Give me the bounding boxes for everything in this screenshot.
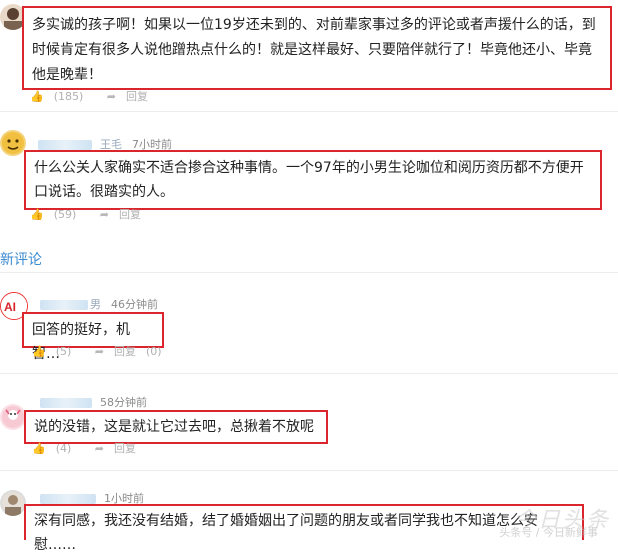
highlighted-comment-text: 多实诚的孩子啊！如果以一位19岁还未到的、对前辈家事过多的评论或者声援什么的话，… xyxy=(22,6,612,90)
timestamp: 58分钟前 xyxy=(100,396,147,409)
thumbs-up-icon: 👍 xyxy=(32,345,46,358)
like-button[interactable]: 👍 (185) xyxy=(30,90,93,103)
avatar[interactable] xyxy=(0,130,26,156)
section-title-new-comments: 新评论 xyxy=(0,252,42,268)
highlighted-comment-text: 什么公关人家确实不适合掺合这种事情。一个97年的小男生论咖位和阅历资历都不方便开… xyxy=(24,150,602,210)
comment-text: 多实诚的孩子啊！如果以一位19岁还未到的、对前辈家事过多的评论或者声援什么的话，… xyxy=(32,17,596,83)
timestamp: 46分钟前 xyxy=(111,298,158,311)
comment-meta: 男 46分钟前 xyxy=(40,296,158,312)
like-button[interactable]: 👍 (59) xyxy=(30,208,86,221)
share-arrow-icon: ➦ xyxy=(106,90,117,103)
user-avatar-icon xyxy=(2,492,24,516)
username-blurred[interactable] xyxy=(40,494,96,504)
divider xyxy=(0,272,618,273)
username-blurred[interactable] xyxy=(38,140,92,150)
user-avatar-icon xyxy=(2,132,24,154)
thumbs-up-icon: 👍 xyxy=(30,90,44,103)
reply-button[interactable]: ➦ 回复 (0) xyxy=(95,345,172,358)
comment-meta: 58分钟前 xyxy=(40,394,147,410)
username-blurred[interactable] xyxy=(40,300,88,310)
divider xyxy=(0,111,618,112)
highlighted-comment-text: 说的没错，这是就让它过去吧，总揪着不放呢 xyxy=(24,410,328,444)
share-arrow-icon: ➦ xyxy=(99,208,110,221)
comment-text: 说的没错，这是就让它过去吧，总揪着不放呢 xyxy=(34,419,314,435)
comment-actions: 👍 (4) ➦ 回复 xyxy=(32,440,156,456)
share-arrow-icon: ➦ xyxy=(94,442,105,455)
reply-button[interactable]: ➦ 回复 xyxy=(95,442,146,455)
reply-button[interactable]: ➦ 回复 xyxy=(100,208,151,221)
reply-button[interactable]: ➦ 回复 xyxy=(107,90,158,103)
share-arrow-icon: ➦ xyxy=(94,345,105,358)
svg-text:AI: AI xyxy=(4,300,16,314)
user-avatar-icon xyxy=(2,406,24,428)
thumbs-up-icon: 👍 xyxy=(32,442,46,455)
divider xyxy=(0,373,618,374)
comment-text: 深有同感，我还没有结婚，结了婚婚姻出了问题的朋友或者同学我也不知道怎么安慰…… xyxy=(34,513,538,553)
comment-actions: 👍 (5) ➦ 回复 (0) xyxy=(32,343,182,359)
like-button[interactable]: 👍 (5) xyxy=(32,345,81,358)
thumbs-up-icon: 👍 xyxy=(30,208,44,221)
avatar[interactable] xyxy=(0,404,26,430)
comment-text: 什么公关人家确实不适合掺合这种事情。一个97年的小男生论咖位和阅历资历都不方便开… xyxy=(34,160,584,200)
like-button[interactable]: 👍 (4) xyxy=(32,442,81,455)
username-blurred[interactable] xyxy=(40,398,92,408)
comment-actions: 👍 (185) ➦ 回复 xyxy=(30,88,168,104)
username[interactable]: 男 xyxy=(90,298,101,311)
avatar[interactable] xyxy=(0,490,26,516)
divider xyxy=(0,470,618,471)
comment-actions: 👍 (59) ➦ 回复 xyxy=(30,206,161,222)
